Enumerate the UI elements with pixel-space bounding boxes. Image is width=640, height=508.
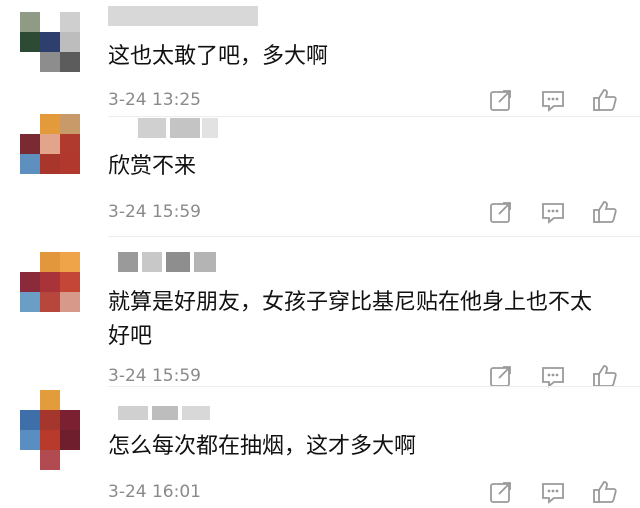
comment-text: 这也太敢了吧，多大啊 [108, 44, 329, 69]
comment-icon[interactable] [540, 87, 566, 113]
comment-item: 这也太敢了吧，多大啊 3-24 13:25 [0, 0, 640, 118]
share-icon[interactable] [488, 199, 514, 225]
share-icon[interactable] [488, 479, 514, 505]
comment-icon[interactable] [540, 199, 566, 225]
like-icon[interactable] [592, 87, 618, 113]
comment-item: 就算是好朋友，女孩子穿比基尼贴在他身上也不太好吧 3-24 15:59 [0, 238, 640, 388]
comment-time: 3-24 16:01 [108, 482, 201, 502]
comment-actions [488, 479, 618, 507]
comment-text: 欣赏不来 [108, 154, 197, 179]
avatar[interactable] [20, 12, 80, 92]
comment-item: 怎么每次都在抽烟，这才多大啊 3-24 16:01 [0, 388, 640, 508]
divider [108, 236, 640, 237]
comment-icon[interactable] [540, 479, 566, 505]
comment-time: 3-24 15:59 [108, 202, 201, 222]
like-icon[interactable] [592, 479, 618, 505]
comment-time: 3-24 15:59 [108, 366, 201, 386]
share-icon[interactable] [488, 87, 514, 113]
like-icon[interactable] [592, 199, 618, 225]
comment-item: 欣赏不来 3-24 15:59 [0, 114, 640, 238]
divider [108, 116, 640, 117]
comment-actions [488, 87, 618, 115]
comment-text: 就算是好朋友，女孩子穿比基尼贴在他身上也不太好吧 [108, 290, 593, 349]
divider [108, 386, 640, 387]
avatar[interactable] [20, 114, 80, 194]
comment-time: 3-24 13:25 [108, 90, 201, 110]
avatar[interactable] [20, 390, 80, 470]
avatar[interactable] [20, 252, 80, 332]
comment-text: 怎么每次都在抽烟，这才多大啊 [108, 434, 417, 459]
comment-actions [488, 199, 618, 227]
